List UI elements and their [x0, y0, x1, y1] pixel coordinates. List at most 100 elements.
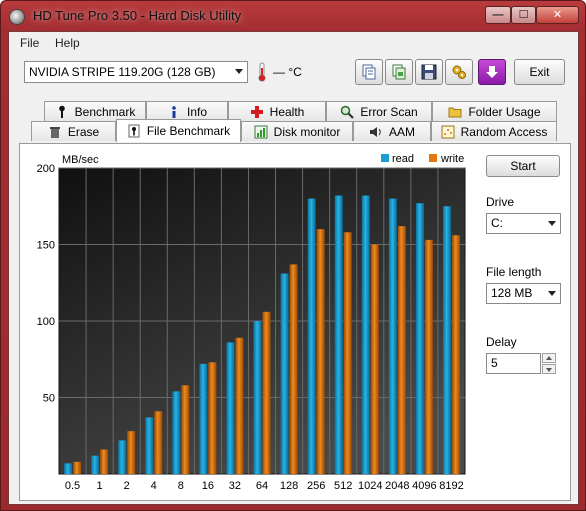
drive-combo[interactable]: C:	[486, 213, 561, 234]
exit-button[interactable]: Exit	[514, 59, 565, 85]
y-tick-label: 100	[37, 316, 55, 328]
start-button[interactable]: Start	[486, 155, 560, 177]
tab-label: Disk monitor	[273, 124, 341, 139]
x-tick-label: 16	[202, 480, 214, 492]
minimize-button[interactable]: —	[485, 6, 511, 24]
tab-aam[interactable]: AAM	[353, 121, 431, 141]
bar-read	[145, 417, 154, 474]
save-icon	[421, 64, 437, 80]
tab-health[interactable]: Health	[228, 101, 326, 121]
bar-write	[208, 362, 217, 474]
tab-folder-usage[interactable]: Folder Usage	[432, 101, 557, 121]
tab-info[interactable]: Info	[146, 101, 228, 121]
bar-write	[370, 244, 379, 474]
options-button[interactable]	[445, 59, 473, 85]
bar-write	[181, 385, 190, 474]
tab-label: Error Scan	[360, 104, 418, 119]
drive-combo-value: C:	[491, 216, 503, 230]
menu-help[interactable]: Help	[55, 36, 80, 50]
drive-select[interactable]: NVIDIA STRIPE 119.20G (128 GB)	[24, 61, 248, 83]
disk-monitor-icon	[254, 125, 268, 138]
tab-random-access[interactable]: Random Access	[431, 121, 557, 141]
download-icon	[486, 66, 498, 78]
bar-read	[442, 206, 451, 474]
tab-erase[interactable]: Erase	[31, 121, 116, 141]
tab-label: Random Access	[460, 124, 548, 139]
tab-label: Benchmark	[74, 104, 136, 119]
close-button[interactable]: ✕	[536, 6, 579, 24]
bar-read	[199, 363, 208, 474]
x-tick-label: 2	[124, 480, 130, 492]
tab-label: File Benchmark	[146, 124, 231, 138]
tab-error-scan[interactable]: Error Scan	[326, 101, 432, 121]
tab-disk-monitor[interactable]: Disk monitor	[241, 121, 353, 141]
y-tick-label: 150	[37, 240, 55, 252]
thermometer-icon	[258, 62, 266, 82]
delay-label: Delay	[486, 335, 517, 349]
file-length-value: 128 MB	[491, 286, 533, 300]
menu-bar: File Help	[9, 32, 578, 54]
x-tick-label: 1024	[358, 480, 382, 492]
drive-label: Drive	[486, 195, 515, 209]
chevron-down-icon	[548, 291, 556, 296]
bar-write	[451, 235, 460, 474]
x-tick-label: 1	[97, 480, 103, 492]
bar-write	[235, 337, 244, 474]
save-button[interactable]	[415, 59, 443, 85]
y-tick-label: 50	[43, 393, 55, 405]
delay-value: 5	[491, 356, 498, 370]
tab-benchmark[interactable]: Benchmark	[44, 101, 146, 121]
tab-file-benchmark[interactable]: File Benchmark	[116, 119, 241, 142]
bar-read	[64, 463, 73, 474]
download-button[interactable]	[478, 59, 506, 85]
copy-screenshot-icon	[392, 64, 406, 80]
maximize-button[interactable]: ☐	[511, 6, 536, 24]
delay-input[interactable]: 5	[486, 353, 541, 374]
menu-file[interactable]: File	[20, 36, 39, 50]
bar-write	[100, 449, 109, 474]
file-length-combo[interactable]: 128 MB	[486, 283, 561, 304]
title-bar[interactable]: HD Tune Pro 3.50 - Hard Disk Utility — ☐…	[1, 1, 585, 31]
delay-spin-down[interactable]	[542, 364, 556, 374]
bar-write	[397, 226, 406, 474]
bar-read	[253, 321, 262, 474]
x-tick-label: 4	[151, 480, 157, 492]
copy-screenshot-button[interactable]	[385, 59, 413, 85]
drive-select-value: NVIDIA STRIPE 119.20G (128 GB)	[29, 65, 216, 79]
health-cross-icon	[250, 105, 263, 118]
x-tick-label: 256	[307, 480, 325, 492]
copy-text-button[interactable]	[355, 59, 383, 85]
bar-read	[334, 195, 343, 474]
arrow-down-icon	[546, 368, 552, 372]
window-title: HD Tune Pro 3.50 - Hard Disk Utility	[33, 8, 242, 23]
bar-write	[343, 232, 352, 474]
x-tick-label: 64	[256, 480, 268, 492]
temperature-readout: — °C	[273, 65, 302, 79]
close-icon: ✕	[552, 8, 563, 21]
bar-read	[280, 273, 289, 474]
app-window: HD Tune Pro 3.50 - Hard Disk Utility — ☐…	[0, 0, 586, 511]
tab-label: Folder Usage	[468, 104, 541, 119]
magnifier-icon	[341, 105, 355, 119]
legend-write-label: write	[440, 153, 464, 165]
maximize-icon: ☐	[518, 8, 529, 21]
y-tick-label: 200	[37, 163, 55, 175]
bar-read	[226, 342, 235, 474]
arrow-up-icon	[546, 356, 552, 360]
bar-write	[262, 311, 271, 474]
info-icon	[172, 105, 176, 118]
tab-label: Erase	[67, 124, 100, 139]
file-length-label: File length	[486, 265, 542, 279]
speaker-icon	[369, 126, 381, 137]
delay-spin-up[interactable]	[542, 353, 556, 363]
bar-read	[388, 198, 397, 474]
app-logo-icon	[9, 9, 25, 25]
transfer-rate-chart: 50 100 150 200 0.5 1 2 4 8 16 32 64 128 256 512 1024 204…	[37, 153, 466, 492]
x-tick-label: 4096	[412, 480, 436, 492]
x-tick-label: 128	[280, 480, 298, 492]
bar-write	[424, 239, 433, 474]
random-access-icon	[441, 125, 455, 138]
bar-write	[316, 229, 325, 474]
trash-icon	[49, 126, 60, 138]
legend-read-label: read	[392, 153, 414, 165]
